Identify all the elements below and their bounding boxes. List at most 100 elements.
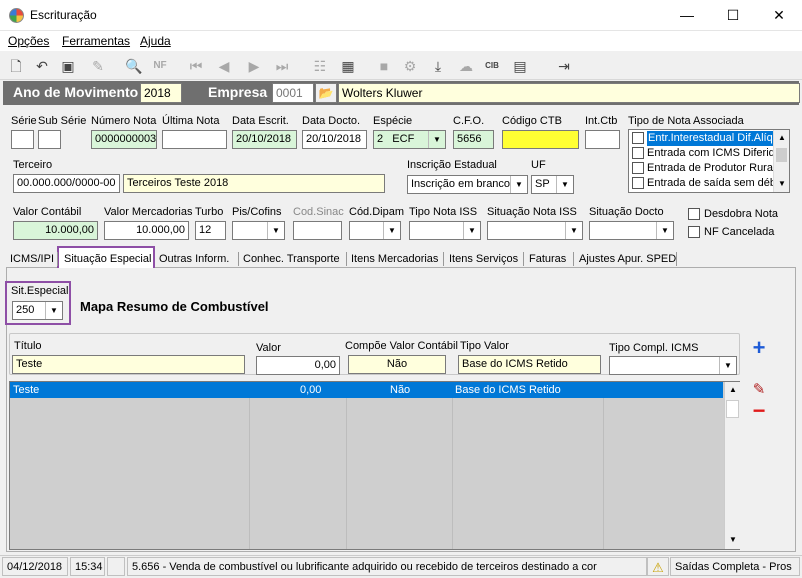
tab-outras-inform[interactable]: Outras Inform. <box>159 250 229 268</box>
nfe-icon[interactable]: NF <box>150 56 170 76</box>
grid-scrollbar[interactable]: ▲ ▼ <box>724 382 741 549</box>
chevron-down-icon[interactable]: ▼ <box>565 222 582 239</box>
tab-faturas[interactable]: Faturas <box>529 250 566 268</box>
desdobra-nota-checkbox[interactable] <box>688 208 700 220</box>
checkbox[interactable] <box>632 132 644 144</box>
titulo-input[interactable]: Teste <box>12 355 245 374</box>
tipo-valor-field[interactable]: Base do ICMS Retido <box>458 355 601 374</box>
scroll-down-icon[interactable]: ▼ <box>774 176 789 192</box>
minimize-button[interactable]: — <box>664 0 710 31</box>
checkbox[interactable] <box>632 177 644 189</box>
import-icon[interactable]: ⤓ <box>428 56 448 76</box>
save-icon[interactable]: ▣ <box>58 56 78 76</box>
chevron-down-icon[interactable]: ▼ <box>267 222 284 239</box>
list-item[interactable]: Entrada de Produtor Rural <box>631 161 774 176</box>
situacao-nota-iss-select[interactable]: ▼ <box>487 221 583 240</box>
serie-input[interactable] <box>11 130 34 149</box>
data-escrit-input[interactable]: 20/10/2018 <box>232 130 297 149</box>
tree-icon[interactable]: ☷ <box>310 56 330 76</box>
chevron-down-icon[interactable]: ▼ <box>556 176 573 193</box>
close-button[interactable]: ✕ <box>756 0 802 31</box>
server-icon[interactable]: ▤ <box>510 56 530 76</box>
scroll-up-icon[interactable]: ▲ <box>774 130 789 146</box>
next-icon[interactable]: ▶ <box>244 56 264 76</box>
subserie-input[interactable] <box>38 130 61 149</box>
chevron-down-icon[interactable]: ▼ <box>719 357 736 374</box>
cfo-input[interactable]: 5656 <box>453 130 494 149</box>
chevron-down-icon[interactable]: ▼ <box>656 222 673 239</box>
pis-cofins-select[interactable]: ▼ <box>232 221 285 240</box>
compoe-field[interactable]: Não <box>348 355 446 374</box>
folder-open-icon[interactable]: 📂 <box>315 83 337 103</box>
sit-especial-select[interactable]: 250 ▼ <box>12 301 63 320</box>
situacao-docto-label: Situação Docto <box>589 206 664 218</box>
tab-ajustes-apur-sped[interactable]: Ajustes Apur. SPED <box>579 250 676 268</box>
grid-column-line <box>346 382 347 549</box>
especie-select[interactable]: 2 ECF ▼ <box>373 130 446 149</box>
new-icon[interactable]: 🗋 <box>6 56 26 76</box>
valor-mercadorias-input[interactable]: 10.000,00 <box>104 221 189 240</box>
items-grid[interactable] <box>9 381 740 550</box>
valor-contabil-input[interactable]: 10.000,00 <box>13 221 98 240</box>
valor-input[interactable]: 0,00 <box>256 356 340 375</box>
menu-ajuda[interactable]: Ajuda <box>140 34 171 48</box>
exit-icon[interactable]: ⇥ <box>554 56 574 76</box>
grid-cell-tipo-valor: Base do ICMS Retido <box>455 384 561 396</box>
tab-conhec-transporte[interactable]: Conhec. Transporte <box>243 250 340 268</box>
numero-nota-input[interactable]: 0000000003 <box>91 130 157 149</box>
calc-icon[interactable]: ▦ <box>338 56 358 76</box>
doc-icon[interactable]: ■ <box>374 56 394 76</box>
scroll-up-icon[interactable]: ▲ <box>725 382 741 398</box>
menu-opcoes[interactable]: Opções <box>8 34 49 48</box>
checkbox[interactable] <box>632 162 644 174</box>
chevron-down-icon[interactable]: ▼ <box>383 222 400 239</box>
tab-situacao-especial[interactable]: Situação Especial <box>64 250 151 268</box>
tab-itens-mercadorias[interactable]: Itens Mercadorias <box>351 250 438 268</box>
preview-icon[interactable]: 🔍 <box>124 56 144 76</box>
ano-input[interactable]: 2018 <box>140 83 182 103</box>
tipo-nota-iss-select[interactable]: ▼ <box>409 221 481 240</box>
int-ctb-input[interactable] <box>585 130 620 149</box>
add-icon[interactable]: + <box>746 336 772 360</box>
chevron-down-icon[interactable]: ▼ <box>45 302 62 319</box>
chevron-down-icon[interactable]: ▼ <box>510 176 527 193</box>
scroll-thumb[interactable] <box>726 400 739 418</box>
list-item[interactable]: Entrada de saída sem débi <box>631 176 774 191</box>
nf-cancelada-checkbox[interactable] <box>688 226 700 238</box>
data-docto-input[interactable]: 20/10/2018 <box>302 130 367 149</box>
list-scrollbar[interactable]: ▲ ▼ <box>773 130 789 192</box>
chevron-down-icon[interactable]: ▼ <box>428 131 445 148</box>
tab-itens-servicos[interactable]: Itens Serviços <box>449 250 518 268</box>
cod-sinac-input[interactable] <box>293 221 342 240</box>
last-icon[interactable]: ⏭ <box>272 56 292 76</box>
ultima-nota-input[interactable] <box>162 130 227 149</box>
chevron-down-icon[interactable]: ▼ <box>463 222 480 239</box>
undo-icon[interactable]: ↶ <box>32 56 52 76</box>
list-item[interactable]: Entr.Interestadual Dif.Alíq <box>631 131 774 146</box>
tipo-compl-select[interactable]: ▼ <box>609 356 737 375</box>
turbo-input[interactable]: 12 <box>195 221 226 240</box>
cib-icon[interactable]: CIB <box>482 56 502 76</box>
uf-select[interactable]: SP ▼ <box>531 175 574 194</box>
delete-icon[interactable]: ✎ <box>88 56 108 76</box>
maximize-button[interactable]: ☐ <box>710 0 756 31</box>
inscricao-select[interactable]: Inscrição em branco ▼ <box>407 175 528 194</box>
remove-icon[interactable]: − <box>746 399 772 423</box>
checkbox[interactable] <box>632 147 644 159</box>
situacao-docto-select[interactable]: ▼ <box>589 221 674 240</box>
list-item[interactable]: Entrada com ICMS Diferido <box>631 146 774 161</box>
empresa-code-input[interactable]: 0001 <box>272 83 314 103</box>
cloud-icon[interactable]: ☁ <box>456 56 476 76</box>
prev-icon[interactable]: ◀ <box>214 56 234 76</box>
codigo-ctb-input[interactable] <box>502 130 579 149</box>
first-icon[interactable]: ⏮ <box>186 56 206 76</box>
scroll-down-icon[interactable]: ▼ <box>725 532 741 548</box>
tipo-nota-assoc-list[interactable]: Entr.Interestadual Dif.Alíq Entrada com … <box>628 129 790 193</box>
tool-icon[interactable]: ⚙ <box>400 56 420 76</box>
terceiro-cnpj-input[interactable]: 00.000.000/0000-00 <box>13 174 120 193</box>
table-row[interactable]: Teste 0,00 Não Base do ICMS Retido <box>10 382 723 398</box>
scroll-thumb[interactable] <box>776 148 787 162</box>
menu-ferramentas[interactable]: Ferramentas <box>62 34 130 48</box>
tab-icms-ipi[interactable]: ICMS/IPI <box>10 250 54 268</box>
cod-dipam-select[interactable]: ▼ <box>349 221 401 240</box>
